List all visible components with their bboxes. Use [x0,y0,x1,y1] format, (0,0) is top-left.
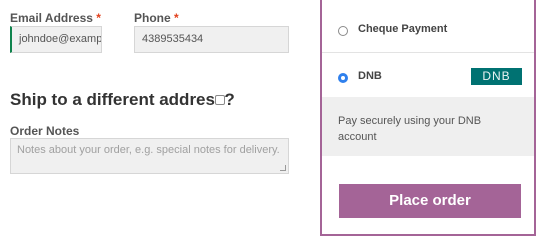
dnb-label: DNB [358,70,382,82]
cheque-label: Cheque Payment [358,23,448,35]
email-label-text: Email Address [10,11,93,25]
dnb-radio[interactable] [338,73,348,83]
phone-label: Phone * [134,11,179,25]
payment-description: Pay securely using your DNB account [322,97,534,156]
payment-panel: Cheque Payment DNB DNB Pay securely usin… [320,0,536,236]
phone-value: 4389535434 [142,33,204,45]
resize-handle-icon[interactable] [280,165,286,171]
email-value: johndoe@example.com [19,33,102,45]
payment-method-cheque[interactable]: Cheque Payment [322,0,534,53]
cheque-radio[interactable] [338,26,348,36]
phone-field[interactable]: 4389535434 [134,26,289,53]
required-mark: * [96,11,101,25]
order-notes-placeholder: Notes about your order, e.g. special not… [17,144,280,156]
email-field[interactable]: johndoe@example.com [10,26,102,53]
ship-different-heading: Ship to a different address? [10,90,235,109]
email-label: Email Address * [10,11,101,25]
required-mark: * [174,11,179,25]
ship-different-checkbox[interactable] [215,95,225,105]
phone-label-text: Phone [134,11,171,25]
order-notes-label: Order Notes [10,124,80,138]
dnb-logo: DNB [471,68,522,85]
place-order-button[interactable]: Place order [339,184,521,218]
order-notes-textarea[interactable]: Notes about your order, e.g. special not… [10,138,289,174]
